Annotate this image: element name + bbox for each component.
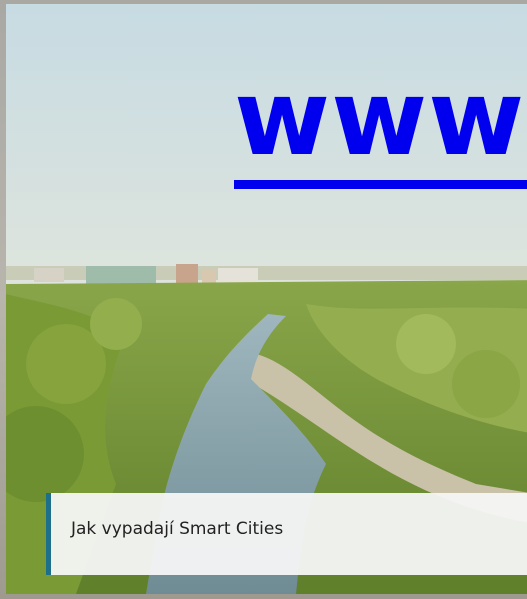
url-link-underline <box>234 180 527 189</box>
caption-accent-stripe <box>46 493 51 575</box>
url-link[interactable]: www <box>234 66 525 170</box>
caption-bar: Jak vypadají Smart Cities <box>46 493 527 575</box>
caption-title: Jak vypadají Smart Cities <box>71 519 284 539</box>
slide-frame: www Jak vypadají Smart Cities <box>0 0 527 599</box>
